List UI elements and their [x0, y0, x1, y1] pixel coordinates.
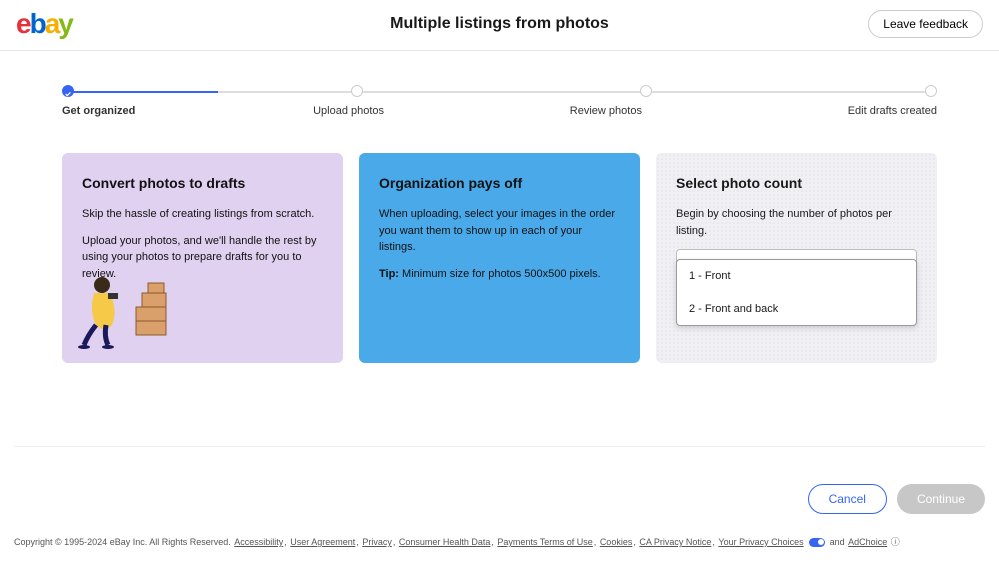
check-icon	[64, 90, 72, 98]
page-title: Multiple listings from photos	[390, 15, 609, 33]
step-dot-1	[62, 85, 74, 97]
step-dot-4	[925, 85, 937, 97]
footer-link[interactable]: Privacy	[362, 537, 392, 547]
card-tip: Tip: Minimum size for photos 500x500 pix…	[379, 266, 620, 283]
ebay-logo[interactable]: ebay	[16, 8, 72, 40]
copyright-text: Copyright © 1995-2024 eBay Inc. All Righ…	[14, 537, 233, 547]
card-title: Organization pays off	[379, 173, 620, 194]
footer-link[interactable]: User Agreement	[290, 537, 355, 547]
card-text: Skip the hassle of creating listings fro…	[82, 206, 323, 223]
footer-link[interactable]: CA Privacy Notice	[639, 537, 711, 547]
step-dot-2	[351, 85, 363, 97]
person-photographing-boxes-illustration	[74, 263, 184, 353]
leave-feedback-button[interactable]: Leave feedback	[868, 10, 983, 38]
footer-link-adchoice[interactable]: AdChoice	[848, 537, 887, 547]
step-dot-3	[640, 85, 652, 97]
card-select-photo-count: Select photo count Begin by choosing the…	[656, 153, 937, 363]
continue-button[interactable]: Continue	[897, 484, 985, 514]
progress-tracker: Get organized Upload photos Review photo…	[0, 51, 999, 117]
dropdown-option-1-front[interactable]: 1 - Front	[677, 260, 916, 293]
cancel-button[interactable]: Cancel	[808, 484, 887, 514]
footer-link[interactable]: Accessibility	[234, 537, 283, 547]
step-label-3: Review photos	[570, 105, 642, 117]
privacy-toggle-icon	[809, 538, 825, 547]
card-text: Begin by choosing the number of photos p…	[676, 206, 917, 239]
card-organization-pays-off: Organization pays off When uploading, se…	[359, 153, 640, 363]
footer-link[interactable]: Payments Terms of Use	[497, 537, 592, 547]
card-title: Select photo count	[676, 173, 917, 194]
step-label-2: Upload photos	[313, 105, 384, 117]
footer-link[interactable]: Your Privacy Choices	[718, 537, 803, 547]
footer: Copyright © 1995-2024 eBay Inc. All Righ…	[14, 535, 985, 548]
card-convert-photos: Convert photos to drafts Skip the hassle…	[62, 153, 343, 363]
card-text: When uploading, select your images in th…	[379, 206, 620, 256]
step-label-1: Get organized	[62, 105, 135, 117]
info-icon: ⓘ	[891, 537, 900, 547]
header: ebay Multiple listings from photos Leave…	[0, 0, 999, 51]
dropdown-option-2-front-back[interactable]: 2 - Front and back	[677, 293, 916, 326]
bottom-actions: Cancel Continue	[808, 484, 985, 514]
footer-link[interactable]: Consumer Health Data	[399, 537, 491, 547]
step-label-4: Edit drafts created	[848, 105, 937, 117]
footer-link[interactable]: Cookies	[600, 537, 633, 547]
card-title: Convert photos to drafts	[82, 173, 323, 194]
photo-count-dropdown: 1 - Front 2 - Front and back	[676, 259, 917, 326]
